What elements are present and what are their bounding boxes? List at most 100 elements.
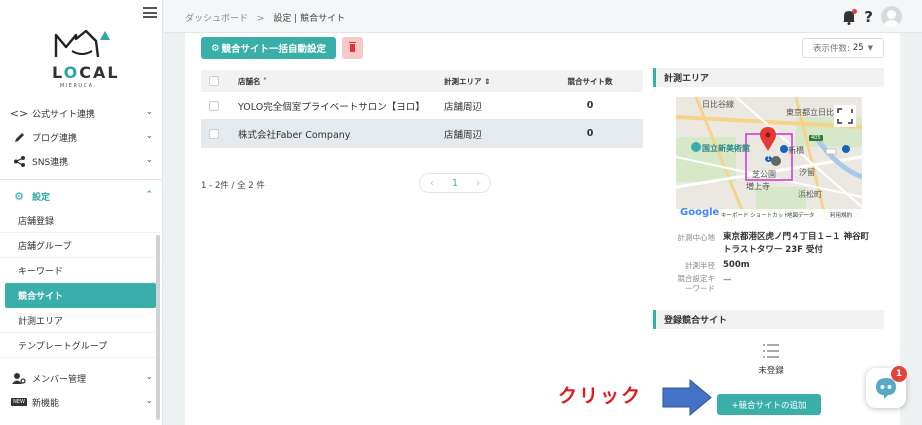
competitor-count: 0 [586, 128, 594, 139]
sort-asc-icon: ˄ [263, 76, 267, 86]
map-label: 汐留 [799, 168, 815, 177]
info-row: 計測中心地 東京都港区虎ノ門４丁目１−１ 神谷町トラストタワー 23F 受付 [677, 232, 870, 255]
chat-unread-badge: 1 [891, 366, 907, 382]
list-icon [763, 344, 779, 358]
area-section-title: 計測エリア [653, 68, 884, 87]
sidebar-subitem-store-register[interactable]: 店舗登録 [0, 208, 163, 233]
logo-subtitle: MIERUCA. [60, 83, 97, 89]
chevron-down-icon: ⌄ [145, 107, 153, 117]
sort-icon: ⇕ [484, 76, 491, 86]
help-icon[interactable]: ? [864, 8, 873, 26]
sidebar-scrollbar[interactable] [156, 235, 160, 420]
sidebar-item-new-features[interactable]: NEW 新機能 ⌄ [0, 390, 163, 414]
map-label: 日比谷線 [702, 100, 734, 109]
per-page-select[interactable]: 表示件数: 25 ▼ [802, 38, 884, 58]
click-annotation: クリック [558, 385, 643, 407]
page-number[interactable]: 1 [452, 178, 458, 189]
map-label: 東京都立日比 [786, 108, 834, 117]
sidebar-item-label: ブログ連携 [32, 133, 78, 144]
notification-dot [852, 8, 858, 14]
sidebar-item-label: メンバー管理 [32, 374, 87, 385]
trash-icon [349, 42, 356, 52]
select-all-checkbox[interactable] [209, 76, 219, 86]
empty-text: 未登録 [758, 366, 784, 376]
column-store-name[interactable]: 店舗名 ˄ [238, 76, 444, 87]
empty-state: 未登録 [741, 344, 801, 376]
breadcrumb-separator: > [256, 14, 265, 24]
sidebar-subitem-area[interactable]: 計測エリア [0, 308, 163, 333]
sidebar-subitem-keyword[interactable]: キーワード [0, 258, 163, 283]
map-label: 浜松町 [798, 190, 822, 199]
gear-icon: ⚙ [14, 189, 24, 203]
sidebar-item-label: 公式サイト連携 [32, 109, 96, 120]
chevron-up-icon: ⌃ [145, 190, 153, 200]
chevron-down-icon: ⌄ [145, 131, 153, 141]
info-row: 競合設定キーワード — [677, 274, 732, 293]
column-area[interactable]: 計測エリア ⇕ [444, 76, 540, 87]
divider [0, 179, 163, 180]
store-area: 店舗周辺 [444, 129, 483, 141]
notification-bell-icon[interactable] [842, 8, 858, 25]
brand-logo[interactable]: LOCAL MIERUCA. [42, 27, 122, 93]
arrow-right-icon [662, 379, 712, 416]
gear-icon: ⚙ [210, 42, 220, 54]
code-icon: <> [9, 106, 29, 120]
area-info: 計測中心地 東京都港区虎ノ門４丁目１−１ 神谷町トラストタワー 23F 受付 計… [676, 231, 873, 296]
map-footer-link[interactable]: 利用規約 [830, 211, 852, 219]
competitor-table: 店舗名 ˄ 計測エリア ⇕ 競合サイト数 YOLO完全個室プライベートサロン【ヨ… [201, 70, 643, 148]
add-competitor-button[interactable]: +競合サイトの追加 [717, 394, 821, 415]
map-label: 新橋 [788, 146, 804, 155]
sidebar-subitem-template-group[interactable]: テンプレートグループ [0, 333, 163, 358]
table-header: 店舗名 ˄ 計測エリア ⇕ 競合サイト数 [201, 70, 643, 92]
table-row[interactable]: 株式会社Faber Company 店舗周辺 0 [201, 120, 643, 148]
next-page-icon[interactable]: › [476, 178, 480, 189]
menu-toggle-icon[interactable] [143, 7, 157, 18]
competitor-section-title: 登録競合サイト [653, 310, 884, 329]
competitor-count: 0 [586, 100, 594, 111]
member-gear-icon [11, 371, 27, 385]
sidebar-subitem-store-group[interactable]: 店舗グループ [0, 233, 163, 258]
map-road-shield: 405 [809, 135, 823, 141]
delete-button[interactable] [342, 37, 363, 59]
avatar[interactable] [881, 6, 902, 27]
chevron-down-icon: ⌄ [145, 372, 153, 382]
pencil-icon [11, 130, 27, 144]
chevron-down-icon: ⌄ [145, 155, 153, 165]
store-name: YOLO完全個室プライベートサロン【ヨロ】 [238, 101, 425, 113]
map-label: 国立新美術館 [702, 144, 750, 153]
top-header: ダッシュボード > 設定 | 競合サイト ? [164, 0, 922, 33]
map-footer-link[interactable]: キーボード ショートカット [721, 211, 789, 219]
row-checkbox[interactable] [209, 100, 219, 111]
sidebar-item-members[interactable]: メンバー管理 ⌄ [0, 366, 163, 390]
store-name: 株式会社Faber Company [238, 129, 351, 141]
logo-cat-icon [54, 29, 110, 58]
logo-wordmark: LOCAL [52, 63, 120, 82]
breadcrumb: ダッシュボード > 設定 | 競合サイト [185, 11, 345, 24]
store-area: 店舗周辺 [444, 101, 483, 113]
sidebar-item-sns[interactable]: SNS連携 ⌄ [0, 149, 163, 173]
sidebar-item-blog[interactable]: ブログ連携 ⌄ [0, 125, 163, 149]
bulk-auto-setting-button[interactable]: ⚙ 競合サイト一括自動設定 [201, 37, 336, 59]
pagination: ‹ 1 › [419, 173, 491, 193]
map-label: 芝公園 [752, 170, 776, 179]
main-content: ⚙ 競合サイト一括自動設定 表示件数: 25 ▼ 店舗名 ˄ 計測エリア ⇕ 競… [185, 33, 900, 425]
breadcrumb-dashboard[interactable]: ダッシュボード [185, 14, 248, 24]
map-footer-link[interactable]: 地図データ [787, 211, 815, 219]
sidebar: LOCAL MIERUCA. <> 公式サイト連携 ⌄ ブログ連携 ⌄ SNS連… [0, 0, 163, 425]
caret-down-icon: ▼ [867, 44, 874, 52]
sidebar-item-label: 新機能 [32, 398, 60, 409]
sidebar-subitem-competitor[interactable]: 競合サイト [5, 283, 156, 308]
column-count: 競合サイト数 [567, 76, 613, 86]
new-badge-icon: NEW [11, 398, 27, 406]
map-label: 増上寺 [746, 182, 770, 191]
breadcrumb-current: 設定 | 競合サイト [273, 14, 346, 24]
row-checkbox[interactable] [209, 128, 219, 139]
share-icon [11, 154, 27, 168]
pagination-info: 1 - 2件 / 全 2 件 [201, 181, 265, 191]
sidebar-item-settings[interactable]: ⚙ 設定 ⌃ [0, 184, 163, 208]
area-map[interactable]: 日比谷線 東京都立日比 国立新美術館 新橋 汐留 芝公園 増上寺 浜松町 405… [676, 97, 862, 220]
sidebar-item-official-site[interactable]: <> 公式サイト連携 ⌄ [0, 101, 163, 125]
prev-page-icon[interactable]: ‹ [430, 178, 434, 189]
table-row[interactable]: YOLO完全個室プライベートサロン【ヨロ】 店舗周辺 0 [201, 92, 643, 120]
google-logo: Google [680, 207, 720, 218]
